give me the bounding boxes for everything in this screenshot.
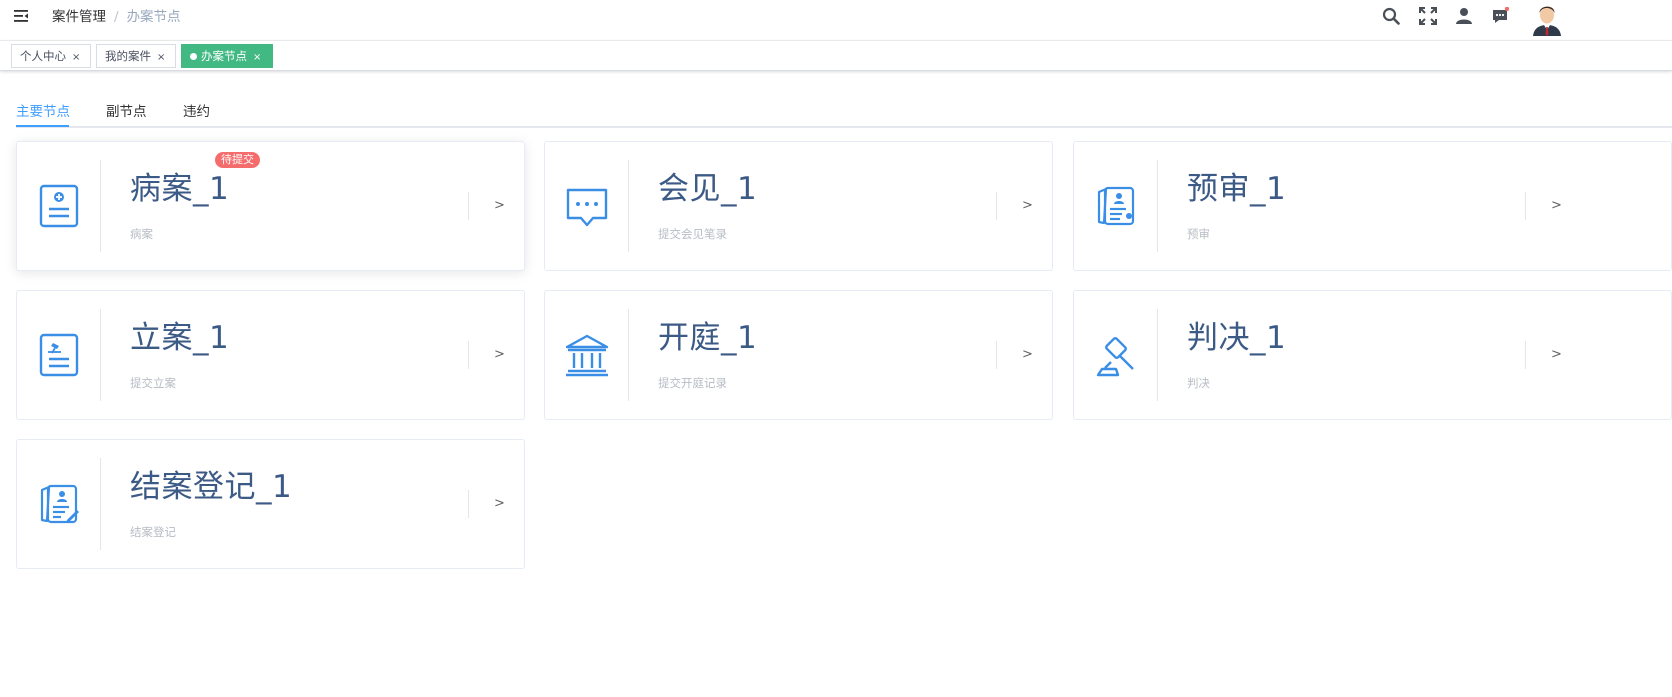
medical-record-icon [37, 182, 81, 230]
active-dot-icon [190, 53, 197, 60]
card-divider [100, 309, 101, 401]
tag-personal-center[interactable]: 个人中心 × [11, 44, 91, 68]
card-title: 结案登记_1 [130, 469, 293, 505]
tags-view: 个人中心 × 我的案件 × 办案节点 × [0, 41, 1672, 71]
node-card-medical-record[interactable]: 病案_1 待提交 病案 > [16, 141, 525, 271]
node-tabs: 主要节点 副节点 违约 [16, 92, 1672, 128]
card-title: 会见_1 [658, 171, 758, 207]
avatar[interactable] [1529, 0, 1565, 36]
node-card-hearing[interactable]: 开庭_1 提交开庭记录 > [544, 290, 1053, 420]
filing-document-icon [37, 331, 81, 379]
card-title: 判决_1 [1187, 320, 1287, 356]
tab-main-nodes[interactable]: 主要节点 [16, 100, 70, 120]
fullscreen-icon[interactable] [1419, 7, 1437, 25]
close-icon[interactable]: × [157, 47, 165, 69]
search-icon[interactable] [1382, 7, 1400, 25]
user-icon[interactable] [1455, 7, 1473, 25]
message-icon[interactable] [1491, 7, 1509, 25]
card-divider [468, 490, 469, 518]
closure-document-icon [37, 480, 81, 528]
tag-label: 个人中心 [20, 49, 66, 63]
card-subtitle: 判决 [1187, 376, 1210, 390]
node-card-case-closure[interactable]: 结案登记_1 结案登记 > [16, 439, 525, 569]
node-card-meeting[interactable]: 会见_1 提交会见笔录 > [544, 141, 1053, 271]
tab-breach[interactable]: 违约 [183, 100, 210, 120]
tag-my-cases[interactable]: 我的案件 × [96, 44, 176, 68]
active-tab-indicator [16, 125, 69, 127]
arrow-right-icon[interactable]: > [1022, 198, 1033, 213]
card-divider [996, 192, 997, 220]
card-title: 病案_1 [130, 171, 230, 207]
card-subtitle: 提交立案 [130, 376, 176, 390]
card-title: 立案_1 [130, 320, 230, 356]
tag-label: 办案节点 [201, 49, 247, 63]
navbar: 案件管理 / 办案节点 [0, 0, 1672, 41]
node-card-filing[interactable]: 立案_1 提交立案 > [16, 290, 525, 420]
breadcrumb-current: 办案节点 [126, 9, 181, 25]
chat-bubble-icon [565, 182, 609, 230]
card-divider [628, 309, 629, 401]
arrow-right-icon[interactable]: > [494, 347, 505, 362]
card-divider [1157, 309, 1158, 401]
review-document-icon [1094, 182, 1138, 230]
courthouse-icon [565, 331, 609, 379]
card-subtitle: 提交开庭记录 [658, 376, 727, 390]
close-icon[interactable]: × [253, 47, 261, 69]
arrow-right-icon[interactable]: > [1022, 347, 1033, 362]
node-card-verdict[interactable]: 判决_1 判决 > [1073, 290, 1672, 420]
card-divider [1157, 160, 1158, 252]
card-title: 预审_1 [1187, 171, 1287, 207]
tag-case-nodes[interactable]: 办案节点 × [181, 44, 273, 68]
breadcrumb-separator: / [114, 9, 119, 25]
card-divider [100, 160, 101, 252]
card-subtitle: 预审 [1187, 227, 1210, 241]
card-divider [628, 160, 629, 252]
card-divider [468, 341, 469, 369]
card-divider [1525, 192, 1526, 220]
card-divider [1525, 341, 1526, 369]
breadcrumb: 案件管理 / 办案节点 [52, 8, 181, 26]
card-title: 开庭_1 [658, 320, 758, 356]
close-icon[interactable]: × [72, 47, 80, 69]
hamburger-menu-icon[interactable] [13, 8, 29, 24]
arrow-right-icon[interactable]: > [1551, 198, 1562, 213]
breadcrumb-item-case-management[interactable]: 案件管理 [52, 9, 106, 25]
card-subtitle: 结案登记 [130, 525, 176, 539]
card-subtitle: 病案 [130, 227, 153, 241]
tab-sub-nodes[interactable]: 副节点 [106, 100, 147, 120]
gavel-icon [1094, 331, 1138, 379]
card-divider [996, 341, 997, 369]
card-subtitle: 提交会见笔录 [658, 227, 727, 241]
pending-submit-badge: 待提交 [215, 152, 260, 168]
node-card-pretrial[interactable]: 预审_1 预审 > [1073, 141, 1672, 271]
arrow-right-icon[interactable]: > [1551, 347, 1562, 362]
tag-label: 我的案件 [105, 49, 151, 63]
card-divider [100, 458, 101, 550]
arrow-right-icon[interactable]: > [494, 198, 505, 213]
arrow-right-icon[interactable]: > [494, 496, 505, 511]
card-divider [468, 192, 469, 220]
